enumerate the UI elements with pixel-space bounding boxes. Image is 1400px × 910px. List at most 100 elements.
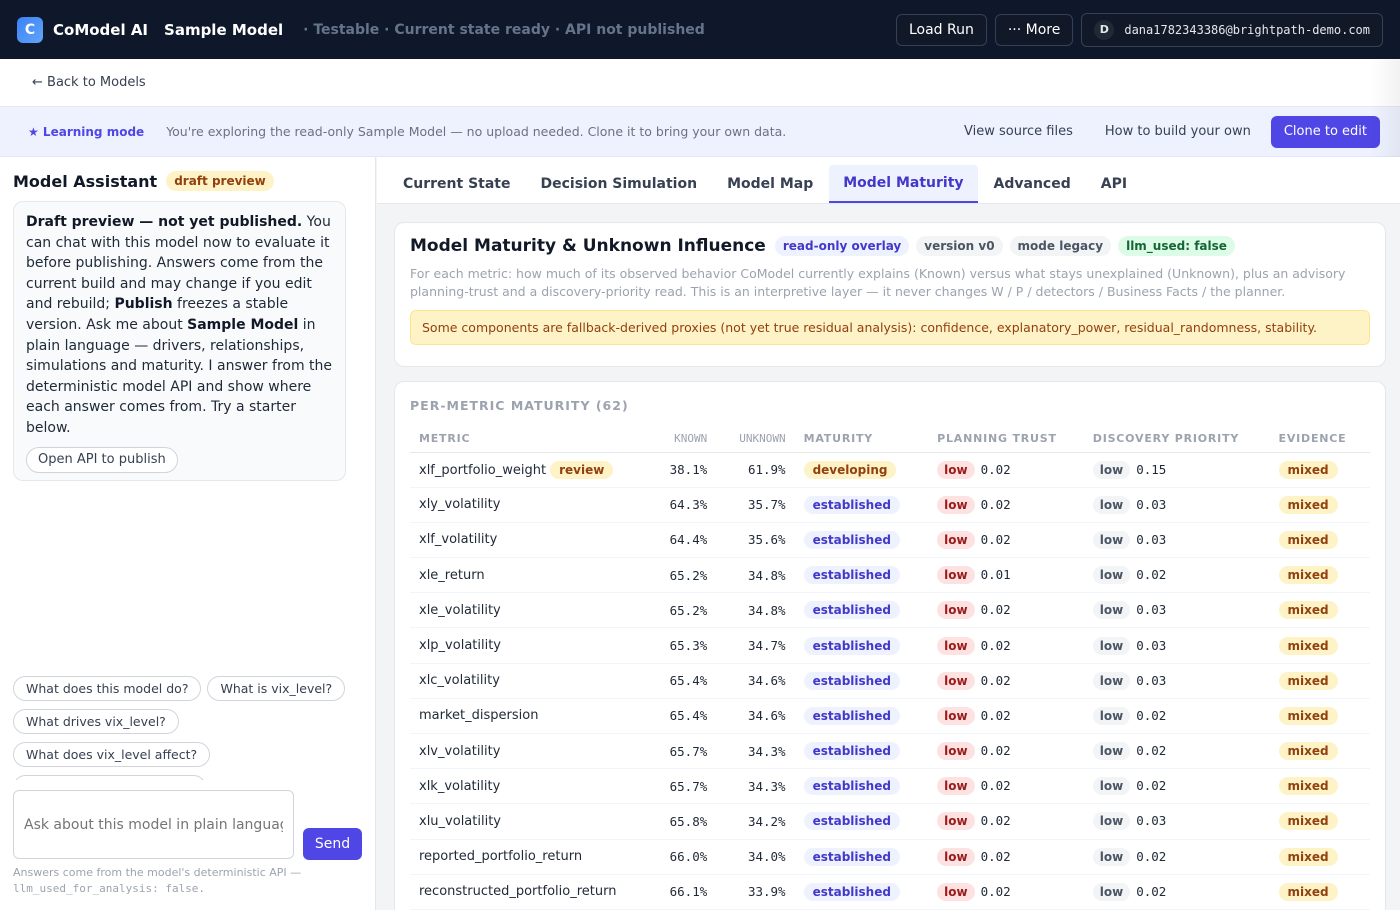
maturity-badge: established [803,530,900,549]
maturity-cell: established [794,663,929,699]
table-row[interactable]: xlc_volatility 65.4% 34.6% established low 0.… [410,663,1370,699]
table-row[interactable]: reported_portfolio_return 66.0% 34.0% estab… [410,839,1370,875]
tab-model-maturity[interactable]: Model Maturity [829,165,978,203]
user-menu[interactable]: D dana1782343386@brightpath-demo.com [1081,12,1383,47]
table-row[interactable]: reconstructed_portfolio_return 66.1% 33.9%… [410,874,1370,910]
evidence-cell: mixed [1269,803,1370,840]
evidence-badge: mixed [1278,812,1338,831]
section-title: PER-METRIC MATURITY (62) [410,398,629,413]
maturity-badge: established [803,601,900,620]
planning-trust-badge: low [937,671,975,690]
tab-api[interactable]: API [1087,165,1141,203]
table-row[interactable]: xlp_volatility 65.3% 34.7% established low 0.… [410,627,1370,664]
model-name: Sample Model [164,20,284,39]
discovery-priority-value: 0.03 [1136,496,1167,512]
discovery-priority-badge: low [1092,882,1131,901]
back-to-models-link[interactable]: ← Back to Models [32,75,146,90]
metric-cell: xlf_volatility [410,522,657,559]
maturity-cell: established [794,592,929,629]
table-row[interactable]: xlv_volatility 65.7% 34.3% established low 0.… [410,733,1370,770]
metric-name: xle_return [419,567,485,583]
maturity-summary-card: Model Maturity & Unknown Influence read-… [394,222,1386,367]
table-row[interactable]: xly_volatility 64.3% 35.7% established low 0.… [410,487,1370,523]
view-source-files-link[interactable]: View source files [952,124,1085,139]
maturity-cell: established [794,768,929,805]
clone-to-edit-button[interactable]: Clone to edit [1270,115,1380,148]
evidence-cell: mixed [1269,768,1370,805]
evidence-badge: mixed [1278,601,1338,620]
column-header[interactable]: METRIC [410,425,657,453]
tab-decision-simulation[interactable]: Decision Simulation [527,165,712,203]
evidence-badge: mixed [1278,777,1338,796]
table-row[interactable]: xle_return 65.2% 34.8% established low 0.01 lo… [410,557,1370,594]
planning-trust-value: 0.01 [980,567,1011,583]
discovery-priority-badge: low [1092,566,1131,585]
maturity-badge: established [803,671,900,690]
column-header[interactable]: MATURITY [794,425,929,453]
open-api-button[interactable]: Open API to publish [26,446,178,474]
planning-trust-cell: low 0.02 [928,663,1084,699]
tab-model-map[interactable]: Model Map [713,165,827,203]
back-bar: ← Back to Models [0,59,1400,107]
table-row[interactable]: xlk_volatility 65.7% 34.3% established low 0.… [410,768,1370,805]
maturity-badge: established [803,706,900,725]
table-row[interactable]: market_dispersion 65.4% 34.6% established lo… [410,698,1370,735]
model-status: · Testable · Current state ready · API n… [303,21,705,38]
footnote-text: Answers come from the model's determinis… [13,866,302,879]
starter-question-chip[interactable]: What is vix_level? [207,676,346,701]
discovery-priority-badge: low [1092,671,1131,690]
starter-question-chip[interactable]: What drives vix_level? [13,709,179,734]
load-run-button[interactable]: Load Run [895,13,987,46]
maturity-cell: established [794,557,929,594]
discovery-priority-cell: low 0.02 [1083,557,1270,594]
starter-question-chip[interactable]: How mature is this model? [13,775,206,780]
metric-name: xlf_portfolio_weight [419,462,547,478]
unknown-cell: 34.3% [716,768,795,805]
known-cell: 65.4% [656,663,717,699]
known-cell: 65.8% [656,803,717,840]
evidence-badge: mixed [1278,742,1338,761]
discovery-priority-badge: low [1092,847,1131,866]
metric-name: xlp_volatility [419,638,502,654]
starter-question-chip[interactable]: What does vix_level affect? [13,742,211,767]
how-to-build-link[interactable]: How to build your own [1093,124,1263,139]
evidence-badge: mixed [1278,847,1338,866]
tab-current-state[interactable]: Current State [389,165,525,203]
table-row[interactable]: xlu_volatility 65.8% 34.2% established low 0.… [410,803,1370,840]
table-row[interactable]: xle_volatility 65.2% 34.8% established low 0.… [410,592,1370,629]
assistant-header: Model Assistant draft preview [13,171,274,191]
metric-cell: reported_portfolio_return [410,839,657,875]
tab-bar: Current State Decision Simulation Model Ma… [377,157,1400,204]
ask-input[interactable] [13,790,294,859]
known-cell: 65.2% [656,592,717,629]
metric-name: market_dispersion [419,708,539,724]
maturity-cell: established [794,839,929,875]
planning-trust-cell: low 0.02 [928,452,1084,488]
app-logo[interactable]: C [17,16,43,43]
planning-trust-badge: low [937,636,975,655]
column-header[interactable]: DISCOVERY PRIORITY [1083,425,1270,453]
planning-trust-cell: low 0.02 [928,698,1084,735]
evidence-cell: mixed [1269,839,1370,875]
assistant-intro-message: Draft preview — not yet published. You c… [13,201,346,481]
column-header[interactable]: UNKNOWN [716,425,795,453]
assistant-footnote: Answers come from the model's determinis… [13,865,313,897]
column-header[interactable]: KNOWN [656,425,717,453]
table-row[interactable]: xlf_portfolio_weight review 38.1% 61.9% deve… [410,452,1370,488]
metric-name: reported_portfolio_return [419,849,583,865]
unknown-cell: 34.3% [716,733,795,770]
more-button[interactable]: ··· More [994,13,1074,46]
column-header[interactable]: PLANNING TRUST [928,425,1084,453]
maturity-badge: established [803,636,900,655]
discovery-priority-badge: low [1092,742,1131,761]
send-button[interactable]: Send [303,828,362,860]
tab-advanced[interactable]: Advanced [980,165,1085,203]
evidence-badge: mixed [1278,706,1338,725]
unknown-cell: 34.8% [716,557,795,594]
column-header[interactable]: EVIDENCE [1269,425,1370,453]
starter-question-chip[interactable]: What does this model do? [13,676,202,701]
table-row[interactable]: xlf_volatility 64.4% 35.6% established low 0.… [410,522,1370,559]
maturity-badge: established [803,742,900,761]
intro-model-name: Sample Model [187,316,299,333]
metric-cell: market_dispersion [410,698,657,735]
